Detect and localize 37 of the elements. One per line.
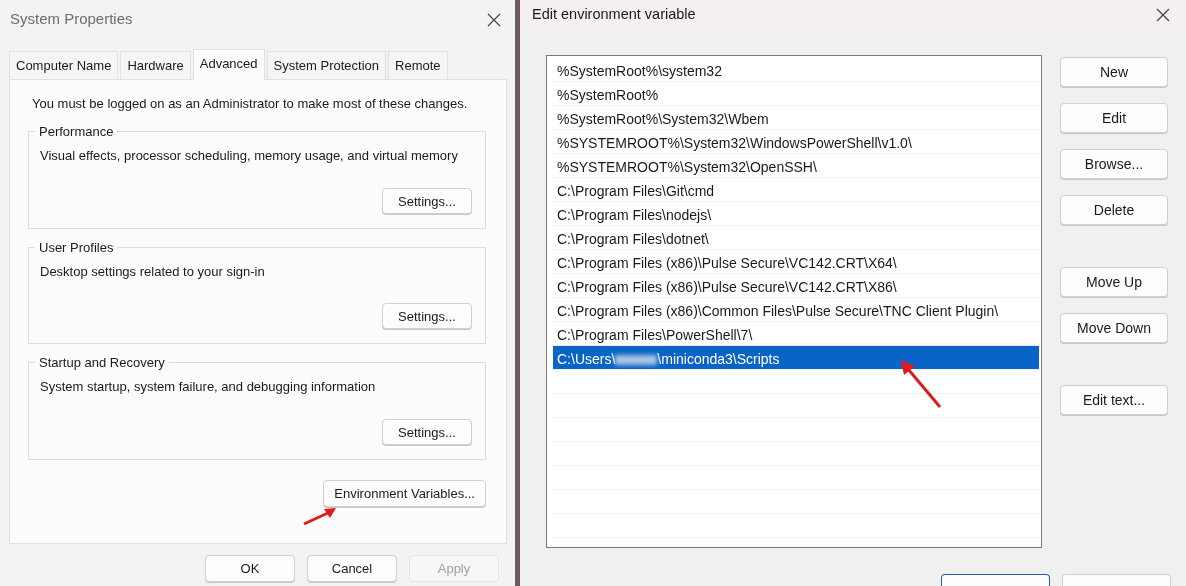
list-item[interactable]: %SystemRoot% [553, 82, 1039, 106]
tab[interactable]: System Protection [266, 51, 387, 79]
list-item[interactable]: %SYSTEMROOT%\System32\OpenSSH\ [553, 154, 1039, 178]
side-button[interactable]: Browse... [1060, 149, 1168, 179]
side-button[interactable]: Move Up [1060, 267, 1168, 297]
side-button[interactable]: Edit [1060, 103, 1168, 133]
list-item[interactable]: C:\Program Files\Git\cmd [553, 178, 1039, 202]
side-button[interactable]: New [1060, 57, 1168, 87]
side-button[interactable]: Delete [1060, 195, 1168, 225]
group-description: Desktop settings related to your sign-in [40, 262, 266, 281]
list-item[interactable]: C:\Users\ \miniconda3\Scripts [553, 346, 1039, 370]
window-title: Edit environment variable [532, 5, 696, 24]
tab[interactable]: Computer Name [9, 51, 119, 79]
list-item[interactable]: C:\Program Files (x86)\Pulse Secure\VC142.CRT\X86\ [553, 274, 1039, 298]
list-item[interactable]: C:\Program Files (x86)\Pulse Secure\VC142.CRT\X64\ [553, 250, 1039, 274]
tab[interactable]: Advanced [192, 49, 265, 80]
settings-button[interactable]: Settings... [382, 303, 472, 329]
group-description: System startup, system failure, and debugging information [40, 378, 377, 396]
list-item[interactable]: C:\Program Files (x86)\Common Files\Pulse Secure\TNC Client Plugin\ [553, 298, 1039, 322]
list-item[interactable]: %SYSTEMROOT%\System32\WindowsPowerShell\v1.0\ [553, 130, 1039, 154]
list-item[interactable]: C:\Program Files\dotnet\ [553, 226, 1039, 250]
list-item[interactable]: %SystemRoot%\system32 [553, 58, 1039, 82]
settings-button[interactable]: Settings... [382, 187, 472, 214]
dialog-button[interactable] [941, 574, 1050, 586]
side-button[interactable]: Move Down [1060, 313, 1168, 343]
tab[interactable]: Hardware [120, 51, 191, 79]
environment-variables-button[interactable]: Environment Variables... [323, 479, 486, 507]
list-item[interactable]: %SystemRoot%\System32\Wbem [553, 106, 1039, 130]
settings-button[interactable]: Settings... [382, 418, 472, 445]
list-item[interactable]: C:\Program Files\nodejs\ [553, 202, 1039, 226]
side-button[interactable]: Edit text... [1060, 385, 1168, 415]
dialog-button[interactable]: OK [205, 554, 295, 582]
notice-text: You must be logged on as an Administrator to make most of these changes. [31, 94, 469, 113]
group-description: Visual effects, processor scheduling, memory usage, and virtual memory [40, 147, 459, 165]
tab[interactable]: Remote [388, 51, 448, 79]
dialog-button[interactable]: Cancel [307, 554, 397, 582]
window-title: System Properties [10, 9, 133, 29]
